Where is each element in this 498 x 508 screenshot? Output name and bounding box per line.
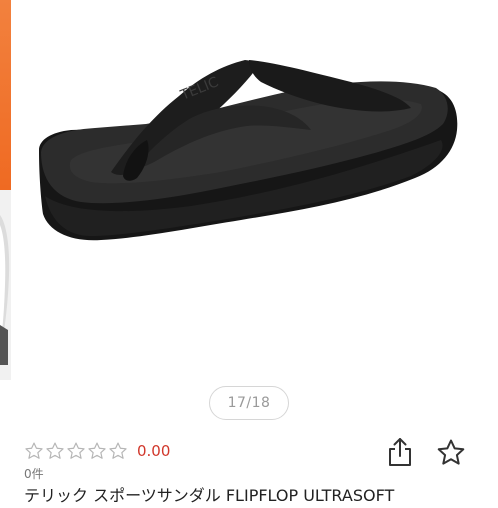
favorite-star-icon[interactable] — [436, 438, 466, 468]
product-main-image[interactable]: TELIC — [11, 0, 498, 380]
product-image-gallery[interactable]: TELIC — [0, 0, 498, 380]
product-title: テリック スポーツサンダル FLIPFLOP ULTRASOFT — [24, 486, 395, 505]
previous-image-peek[interactable] — [0, 0, 11, 380]
star-outline-icon — [46, 442, 64, 459]
review-count[interactable]: 0件 — [24, 466, 44, 482]
previous-image-orange-area — [0, 0, 11, 190]
rating-row: 0.00 — [24, 440, 170, 462]
previous-image-shoe — [0, 215, 10, 365]
star-outline-icon — [25, 442, 43, 459]
share-icon[interactable] — [386, 436, 414, 468]
star-outline-icon — [67, 442, 85, 459]
image-counter: 17/18 — [209, 386, 289, 420]
rating-score: 0.00 — [137, 442, 171, 460]
star-outline-icon — [88, 442, 106, 459]
star-outline-icon — [109, 442, 127, 459]
